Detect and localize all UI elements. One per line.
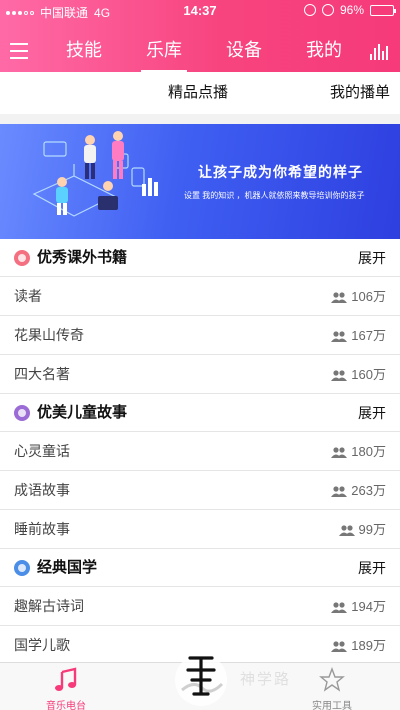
subtab-my-playlist[interactable]: 我的播单 (330, 72, 390, 114)
listener-count: 106万 (331, 277, 386, 316)
item-title: 心灵童话 (14, 443, 70, 459)
listeners-icon (331, 446, 348, 458)
banner-illustration (32, 131, 158, 217)
listener-count-value: 194万 (351, 599, 386, 614)
item-title: 国学儿歌 (14, 637, 70, 653)
section-header: 优美儿童故事 展开 (0, 394, 400, 432)
list-item[interactable]: 成语故事 263万 (0, 471, 400, 510)
list-item[interactable]: 睡前故事 99万 (0, 510, 400, 549)
expand-button[interactable]: 展开 (358, 239, 386, 277)
item-title: 趣解古诗词 (14, 598, 84, 614)
music-note-icon (55, 667, 77, 691)
listeners-icon (331, 291, 348, 303)
center-logo (175, 654, 227, 706)
status-bar: 中国联通 4G 14:37 96% (0, 0, 400, 22)
nav-tab-2[interactable]: 设备 (204, 30, 284, 72)
section-header: 经典国学 展开 (0, 549, 400, 587)
item-title: 花果山传奇 (14, 327, 84, 343)
listener-count-value: 189万 (351, 638, 386, 653)
list-item[interactable]: 心灵童话 180万 (0, 432, 400, 471)
tab-music-radio-label: 音乐电台 (46, 701, 86, 710)
listener-count: 99万 (338, 510, 386, 549)
listener-count: 160万 (331, 355, 386, 394)
listeners-icon (331, 485, 348, 497)
listener-count-value: 160万 (351, 367, 386, 382)
banner-title: 让孩子成为你希望的样子 (198, 164, 363, 180)
nav-tabs: 技能 乐库 设备 我的 (44, 30, 364, 72)
listeners-icon (331, 330, 348, 342)
subtab-featured[interactable]: 精品点播 (168, 72, 228, 114)
rotation-lock-icon (303, 4, 316, 16)
expand-button[interactable]: 展开 (358, 394, 386, 432)
listeners-icon (338, 524, 355, 536)
equalizer-icon[interactable] (370, 44, 390, 60)
section-title: 经典国学 (37, 559, 98, 576)
listener-count-value: 180万 (351, 444, 386, 459)
app-header: 中国联通 4G 14:37 96% 技能 乐库 设备 我的 (0, 0, 400, 72)
listener-count: 180万 (331, 432, 386, 471)
section-header: 优秀课外书籍 展开 (0, 239, 400, 277)
listeners-icon (331, 369, 348, 381)
item-title: 四大名著 (14, 366, 70, 382)
menu-icon[interactable] (10, 43, 28, 59)
listeners-icon (331, 601, 348, 613)
book-icon (14, 250, 30, 266)
top-nav: 技能 乐库 设备 我的 (0, 30, 400, 72)
battery-percent: 96% (339, 3, 364, 17)
listener-count: 189万 (331, 626, 386, 665)
watermark: 神学路 (240, 671, 292, 688)
alarm-icon (321, 4, 334, 16)
item-title: 成语故事 (14, 482, 70, 498)
listener-count-value: 106万 (351, 289, 386, 304)
listener-count-value: 167万 (351, 328, 386, 343)
tab-tools[interactable]: 实用工具 (292, 663, 372, 710)
story-icon (14, 405, 30, 421)
promo-banner[interactable]: 让孩子成为你希望的样子 设置 我的知识 ，机器人就依照来教导培训你的孩子 (0, 124, 400, 239)
listener-count-value: 99万 (358, 522, 386, 537)
expand-button[interactable]: 展开 (358, 549, 386, 587)
section-title: 优美儿童故事 (37, 404, 128, 421)
listener-count-value: 263万 (351, 483, 386, 498)
item-title: 读者 (14, 288, 42, 304)
list-item[interactable]: 读者 106万 (0, 277, 400, 316)
nav-tab-3[interactable]: 我的 (284, 30, 364, 72)
listener-count: 263万 (331, 471, 386, 510)
tab-music-radio[interactable]: 音乐电台 (26, 663, 106, 710)
sub-tabs: 精品点播 我的播单 (0, 72, 400, 114)
star-icon (319, 667, 345, 692)
nav-tab-1[interactable]: 乐库 (124, 30, 204, 72)
banner-subtitle: 设置 我的知识 ，机器人就依照来教导培训你的孩子 (184, 191, 365, 200)
listeners-icon (331, 640, 348, 652)
listener-count: 194万 (331, 587, 386, 626)
category-list: 优秀课外书籍 展开 读者 106万 花果山传奇 167万 四大名著 160万 优美儿童故事 展开心… (0, 239, 400, 665)
section-title: 优秀课外书籍 (37, 249, 128, 266)
list-item[interactable]: 四大名著 160万 (0, 355, 400, 394)
classics-icon (14, 560, 30, 576)
tab-tools-label: 实用工具 (312, 701, 352, 710)
item-title: 睡前故事 (14, 521, 70, 537)
list-item[interactable]: 趣解古诗词 194万 (0, 587, 400, 626)
nav-tab-0[interactable]: 技能 (44, 30, 124, 72)
list-item[interactable]: 花果山传奇 167万 (0, 316, 400, 355)
battery-icon (370, 4, 396, 16)
listener-count: 167万 (331, 316, 386, 355)
